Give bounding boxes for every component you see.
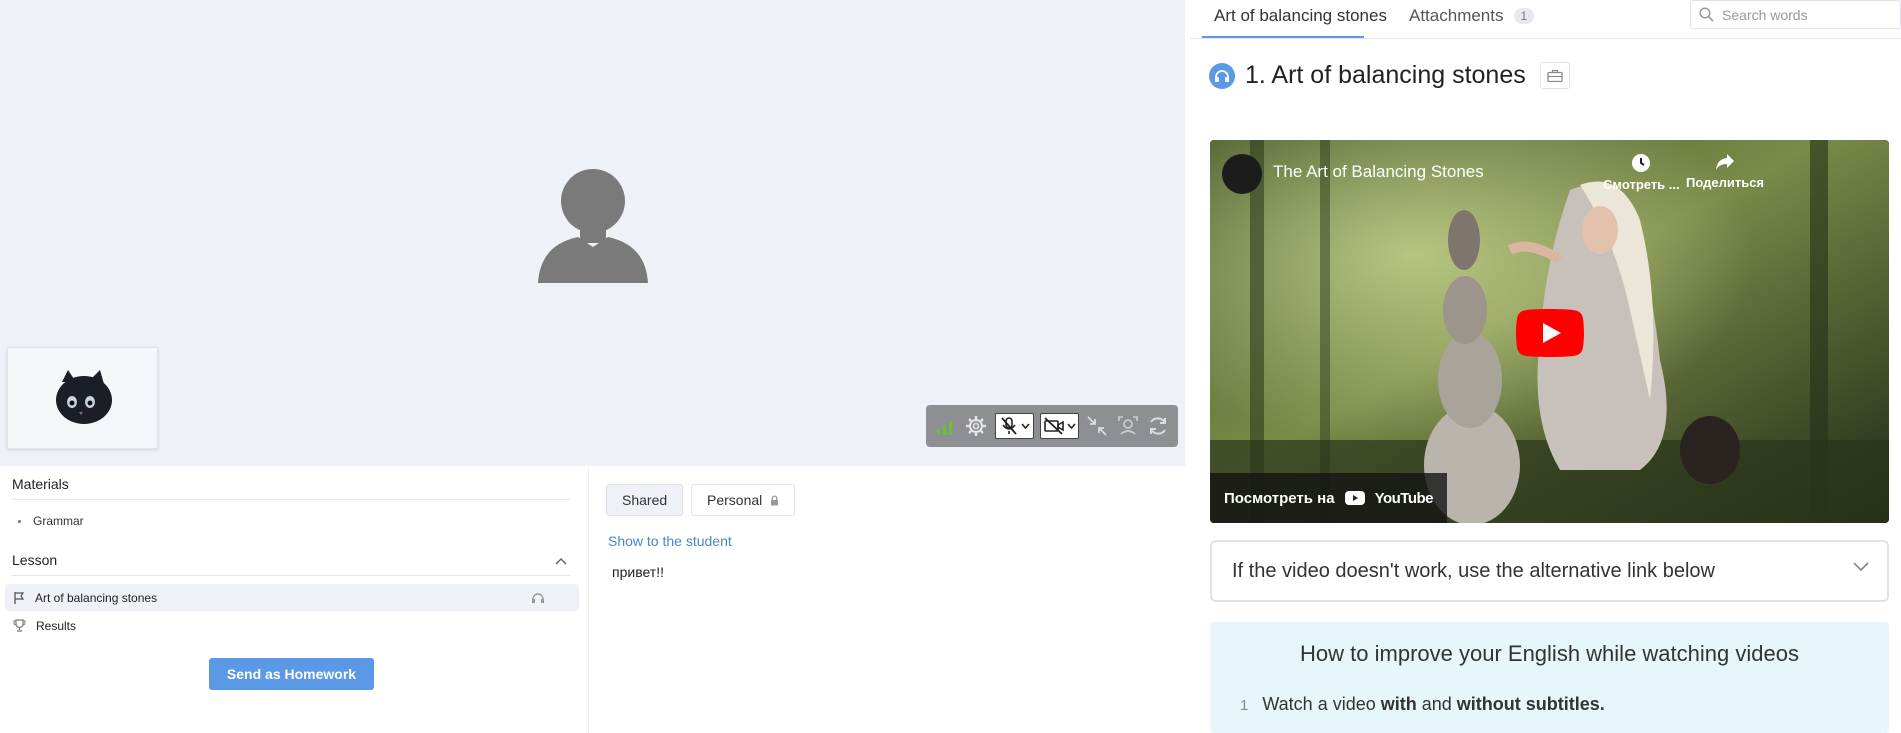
youtube-brand-text: YouTube — [1374, 489, 1434, 507]
lesson-item-results[interactable]: Results — [5, 612, 579, 639]
divider — [12, 575, 570, 576]
headphones-icon — [1209, 62, 1235, 89]
video-title[interactable]: The Art of Balancing Stones — [1273, 162, 1484, 182]
chevron-down-icon — [1853, 562, 1869, 572]
minimize-arrows-icon[interactable] — [1085, 413, 1109, 439]
camera-off-dropdown[interactable] — [1039, 413, 1080, 439]
flag-icon — [14, 591, 25, 604]
signal-strength-icon — [934, 413, 958, 439]
tab-label: Art of balancing stones — [1214, 6, 1387, 25]
lesson-item-label: Art of balancing stones — [35, 590, 158, 605]
screen-share-icon[interactable] — [1115, 413, 1139, 439]
self-video-thumbnail[interactable] — [7, 347, 158, 449]
accordion-label: If the video doesn't work, use the alter… — [1232, 559, 1715, 582]
microphone-off-icon — [1001, 417, 1017, 435]
watch-later-button[interactable]: Смотреть ... — [1603, 153, 1680, 192]
youtube-play-button-icon[interactable] — [1516, 309, 1584, 357]
tips-title: How to improve your English while watchi… — [1300, 641, 1799, 666]
share-button[interactable]: Поделиться — [1686, 153, 1764, 190]
tip-item: 1 Watch a video with and without subtitl… — [1240, 694, 1605, 715]
search-icon — [1699, 7, 1714, 22]
lesson-item-label: Results — [36, 618, 77, 633]
chevron-up-icon[interactable] — [555, 557, 567, 565]
chevron-down-icon — [1021, 423, 1030, 429]
lesson-item-art-of-balancing-stones[interactable]: Art of balancing stones — [5, 584, 579, 611]
exercise-tabs: Art of balancing stones Attachments 1 — [1190, 0, 1901, 39]
channel-avatar[interactable] — [1222, 154, 1262, 194]
refresh-icon[interactable] — [1146, 413, 1170, 439]
briefcase-button[interactable] — [1539, 62, 1570, 89]
show-to-student-link[interactable]: Show to the student — [608, 533, 732, 549]
trophy-icon — [13, 619, 26, 632]
tab-art-of-balancing-stones[interactable]: Art of balancing stones — [1214, 6, 1387, 26]
tab-label: Personal — [707, 492, 763, 508]
tab-label: Attachments — [1409, 6, 1504, 25]
notes-panel: Shared Personal Show to the student прив… — [597, 468, 1185, 733]
divider — [12, 499, 570, 500]
materials-item-grammar[interactable]: Grammar — [18, 514, 84, 528]
watch-on-label: Посмотреть на — [1224, 489, 1335, 507]
clock-icon — [1632, 154, 1651, 172]
watch-on-youtube-button[interactable]: Посмотреть на YouTube — [1210, 473, 1448, 523]
lock-icon — [771, 494, 779, 505]
exercise-panel: Art of balancing stones Attachments 1 1.… — [1190, 0, 1901, 733]
tip-text: Watch a video with and without subtitles… — [1262, 694, 1605, 714]
settings-gear-icon[interactable] — [964, 413, 988, 439]
tab-attachments[interactable]: Attachments 1 — [1409, 6, 1535, 26]
tab-personal[interactable]: Personal — [691, 484, 796, 516]
exercise-title: 1. Art of balancing stones — [1245, 61, 1526, 89]
call-controls-toolbar — [926, 405, 1178, 447]
chevron-down-icon — [1067, 423, 1076, 429]
briefcase-icon — [1547, 69, 1563, 82]
exercise-header: 1. Art of balancing stones — [1209, 61, 1570, 90]
materials-heading: Materials — [12, 476, 69, 492]
tab-shared[interactable]: Shared — [606, 484, 684, 516]
alternative-link-accordion[interactable]: If the video doesn't work, use the alter… — [1210, 540, 1889, 602]
tips-box: How to improve your English while watchi… — [1210, 622, 1889, 733]
youtube-video-player[interactable]: The Art of Balancing Stones Смотреть ...… — [1210, 140, 1889, 523]
shared-note-text[interactable]: привет!! — [612, 564, 664, 580]
materials-item-label: Grammar — [33, 514, 84, 528]
cat-avatar-image — [55, 370, 112, 424]
attachments-count-badge: 1 — [1513, 8, 1535, 24]
microphone-muted-dropdown[interactable] — [994, 413, 1034, 439]
user-avatar-placeholder-icon — [538, 169, 648, 283]
lesson-heading: Lesson — [12, 552, 58, 568]
share-label: Поделиться — [1686, 175, 1765, 190]
share-arrow-icon — [1716, 154, 1735, 170]
materials-panel: Materials Grammar Lesson Art of balancin… — [0, 468, 589, 733]
youtube-logo-icon — [1344, 491, 1365, 505]
headphones-icon — [532, 593, 544, 603]
bullet-dot — [18, 519, 21, 523]
search-words-box[interactable] — [1690, 0, 1901, 29]
tab-label: Shared — [622, 492, 668, 508]
search-input[interactable] — [1722, 6, 1882, 23]
video-stage — [0, 0, 1185, 466]
watch-later-label: Смотреть ... — [1603, 177, 1680, 192]
tip-number: 1 — [1240, 697, 1249, 714]
active-tab-indicator — [1202, 36, 1364, 38]
send-as-homework-button[interactable]: Send as Homework — [209, 658, 374, 690]
camera-off-icon — [1044, 417, 1064, 435]
